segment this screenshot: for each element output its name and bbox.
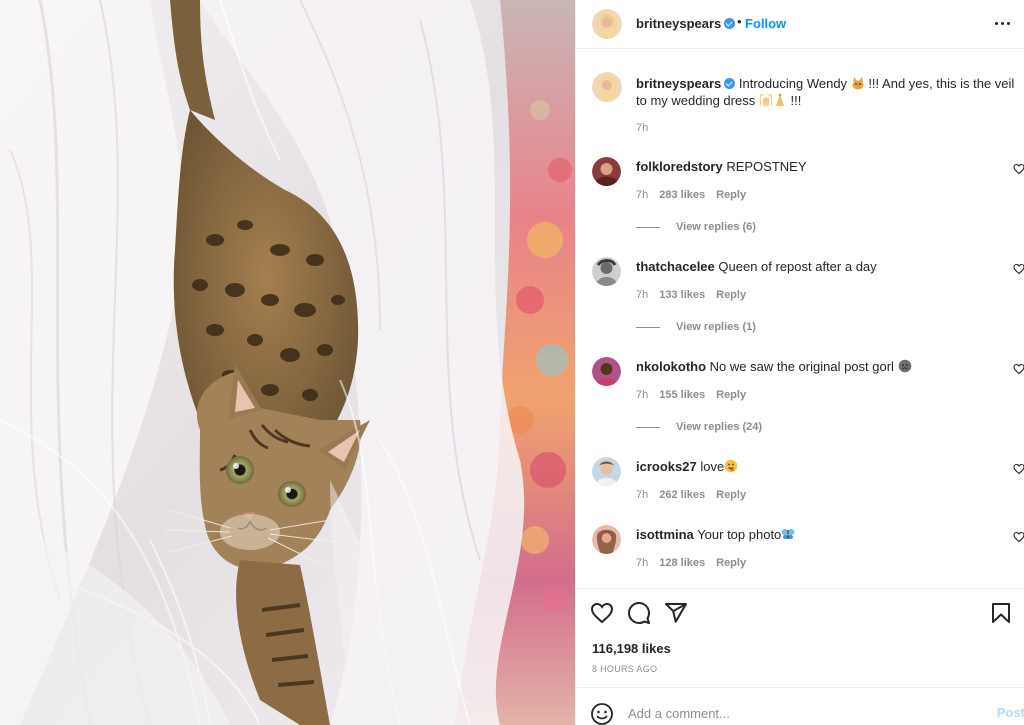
comment-likes[interactable]: 155 likes [659,389,705,401]
comment-time: 7h [636,389,649,401]
comment-heart-icon[interactable] [1013,463,1024,475]
comment-likes[interactable]: 133 likes [659,289,705,301]
smiley-icon[interactable] [590,702,614,725]
comment-heart-icon[interactable] [1013,263,1024,275]
post-photo [0,0,575,725]
reply-button[interactable]: Reply [716,489,746,501]
heart-icon[interactable] [590,601,614,625]
cat-emoji-icon [852,77,864,90]
separator-dot: • [737,14,742,29]
comment-text: thatchacelee Queen of repost after a day [636,259,877,274]
comment-text: folkloredstory REPOSTNEY [636,159,807,174]
reply-button[interactable]: Reply [716,189,746,201]
commenter-avatar[interactable] [592,257,621,286]
comment-username[interactable]: thatchacelee [636,259,715,274]
comment-likes[interactable]: 283 likes [659,189,705,201]
post-header: britneyspears • Follow [576,0,1024,49]
wedding-dress-emoji-icon [775,93,784,106]
comment-meta: 7h 283 likes Reply [636,189,746,201]
caption-text-part3: !!! [790,93,802,108]
comment-text: isottmina Your top photo [636,527,795,543]
comment-time: 7h [636,557,649,569]
cat-on-veil-image [0,0,575,725]
comment-time: 7h [636,289,649,301]
comment-text: icrooks27 love [636,459,738,475]
comment-input[interactable] [628,702,958,724]
comment-username[interactable]: isottmina [636,527,694,542]
comment-meta: 7h 262 likes Reply [636,489,746,501]
comment-time: 7h [636,489,649,501]
author-username[interactable]: britneyspears [636,16,736,31]
caption-timestamp: 7h [636,122,649,134]
butterfly-emoji-icon [781,529,795,540]
caption-username[interactable]: britneyspears [636,76,721,91]
comment-item: folkloredstory REPOSTNEY 7h 283 likes Re… [576,157,1024,257]
bookmark-icon[interactable] [989,601,1013,625]
comment-username[interactable]: nkolokotho [636,359,706,374]
comment-heart-icon[interactable] [1013,163,1024,175]
comment-likes[interactable]: 128 likes [659,557,705,569]
follow-button[interactable]: Follow [745,16,786,31]
caption-text-part1: Introducing Wendy [738,76,848,91]
author-avatar[interactable] [592,9,622,39]
view-replies-button[interactable]: View replies (24) [636,421,762,433]
comment-text: nkolokotho No we saw the original post g… [636,359,912,375]
reply-button[interactable]: Reply [716,389,746,401]
likes-count[interactable]: 116,198 likes [592,641,671,656]
comment-item: nkolokotho No we saw the original post g… [576,357,1024,457]
post-comment-button[interactable]: Post [997,705,1024,720]
add-comment-bar: Post [576,687,1024,725]
post-actions: 116,198 likes 8 HOURS AGO Post [576,588,1024,725]
post-side-panel: britneyspears • Follow britneyspears Int… [575,0,1024,725]
reply-button[interactable]: Reply [716,557,746,569]
verified-badge-icon [724,78,736,89]
view-replies-button[interactable]: View replies (1) [636,321,756,333]
comment-bubble-icon[interactable] [627,601,651,625]
reply-button[interactable]: Reply [716,289,746,301]
more-options-icon[interactable] [993,14,1013,34]
tongue-face-emoji-icon [724,459,738,473]
comment-likes[interactable]: 262 likes [659,489,705,501]
comment-username[interactable]: folkloredstory [636,159,723,174]
paper-plane-icon[interactable] [664,601,688,625]
frowning-face-emoji-icon [898,359,911,373]
comment-heart-icon[interactable] [1013,531,1024,543]
post-time-ago: 8 HOURS AGO [592,664,658,674]
comment-item: thatchacelee Queen of repost after a day… [576,257,1024,357]
view-replies-button[interactable]: View replies (6) [636,221,756,233]
comment-heart-icon[interactable] [1013,363,1024,375]
commenter-avatar[interactable] [592,525,621,554]
verified-badge-icon [724,18,736,29]
caption-text: britneyspears Introducing Wendy !!! And … [636,75,1016,109]
comment-username[interactable]: icrooks27 [636,459,697,474]
comment-meta: 7h 155 likes Reply [636,389,746,401]
commenter-avatar[interactable] [592,357,621,386]
comment-time: 7h [636,189,649,201]
commenter-avatar[interactable] [592,457,621,486]
post-dialog: britneyspears • Follow britneyspears Int… [0,0,1024,725]
comment-meta: 7h 128 likes Reply [636,557,746,569]
commenter-avatar[interactable] [592,157,621,186]
comment-meta: 7h 133 likes Reply [636,289,746,301]
caption-author-avatar[interactable] [592,72,622,102]
bride-emoji-icon [759,94,772,106]
